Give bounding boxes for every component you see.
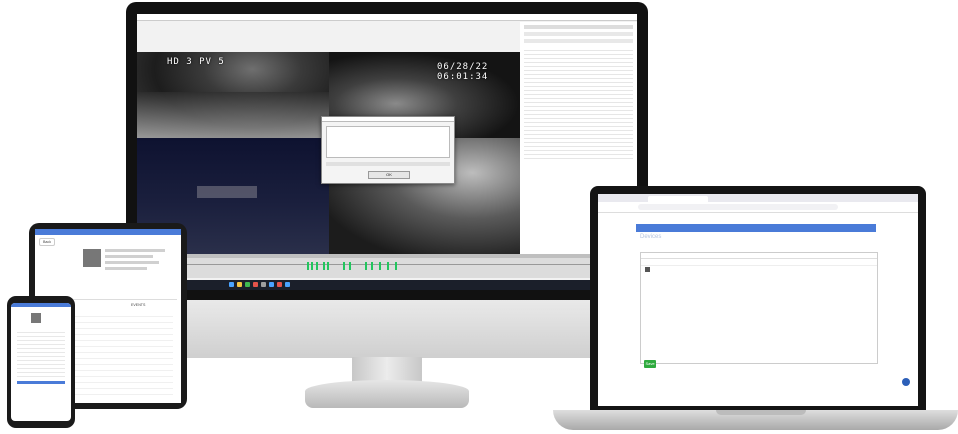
dialog-path-field[interactable] (326, 162, 450, 166)
tablet-header-bar (35, 229, 181, 235)
monitor-screen: HD 3 PV 5 06/28/22 06:01:34 OK (137, 14, 637, 290)
timeline-event-mark[interactable] (307, 262, 309, 270)
timeline-event-mark[interactable] (323, 262, 325, 270)
timeline-event-mark[interactable] (395, 262, 397, 270)
timeline-event-mark[interactable] (371, 262, 373, 270)
taskbar-folder-icon[interactable] (237, 282, 242, 287)
device-icon (645, 267, 650, 272)
device-photo (83, 249, 101, 267)
phone-screen (11, 303, 71, 421)
taskbar-app-icon[interactable] (269, 282, 274, 287)
dialog-titlebar (322, 117, 454, 122)
laptop-screen: Devices Save (598, 194, 918, 406)
taskbar-app-icon[interactable] (229, 282, 234, 287)
device-info-line (105, 249, 165, 252)
taskbar-app-icon[interactable] (245, 282, 250, 287)
app-header-bar (636, 224, 876, 232)
timeline-event-mark[interactable] (327, 262, 329, 270)
timeline-event-mark[interactable] (343, 262, 345, 270)
device-row[interactable] (641, 259, 877, 272)
save-button[interactable]: Save (644, 360, 656, 368)
taskbar-app-icon[interactable] (277, 282, 282, 287)
camera-2-date: 06/28/22 (437, 62, 489, 72)
phone-action-bar[interactable] (17, 381, 65, 384)
browser-tabbar (598, 194, 918, 202)
phone-events-list[interactable] (17, 329, 65, 377)
back-button[interactable]: Back (39, 238, 55, 246)
phone-device-photo (31, 313, 41, 323)
filter-bar-2[interactable] (524, 32, 633, 36)
table-row[interactable] (524, 155, 633, 159)
taskbar-app-icon[interactable] (285, 282, 290, 287)
app-titlebar (137, 14, 637, 21)
dialog-ok-button[interactable]: OK (368, 171, 410, 179)
address-bar[interactable] (638, 204, 838, 210)
export-dialog: OK (321, 116, 455, 184)
monitor-chin (126, 300, 648, 358)
taskbar-app-icon[interactable] (253, 282, 258, 287)
camera-1-overlay: HD 3 PV 5 (167, 57, 225, 67)
filter-bar-3[interactable] (524, 39, 633, 43)
camera-feed-1[interactable]: HD 3 PV 5 (137, 52, 329, 138)
monitor-stand-base (305, 380, 469, 408)
timeline-event-mark[interactable] (365, 262, 367, 270)
timeline-event-mark[interactable] (349, 262, 351, 270)
timeline-event-mark[interactable] (311, 262, 313, 270)
device-info-line (105, 255, 153, 258)
phone-header-bar (11, 303, 71, 307)
device-info-line (105, 267, 147, 270)
devices-panel (640, 252, 878, 364)
column-header-events: EVENTS (131, 303, 146, 307)
taskbar-app-icon[interactable] (261, 282, 266, 287)
timeline-event-mark[interactable] (316, 262, 318, 270)
os-taskbar (137, 280, 637, 290)
timeline-event-mark[interactable] (387, 262, 389, 270)
filter-bar[interactable] (524, 25, 633, 29)
laptop-notch (716, 410, 806, 415)
camera-2-time: 06:01:34 (437, 72, 489, 82)
section-title: Devices (640, 234, 662, 240)
timeline-header (137, 254, 637, 258)
recording-table (524, 47, 633, 159)
device-info-line (105, 261, 159, 264)
help-bubble-icon[interactable] (902, 378, 910, 386)
timeline-event-mark[interactable] (379, 262, 381, 270)
dialog-list[interactable] (326, 126, 450, 158)
